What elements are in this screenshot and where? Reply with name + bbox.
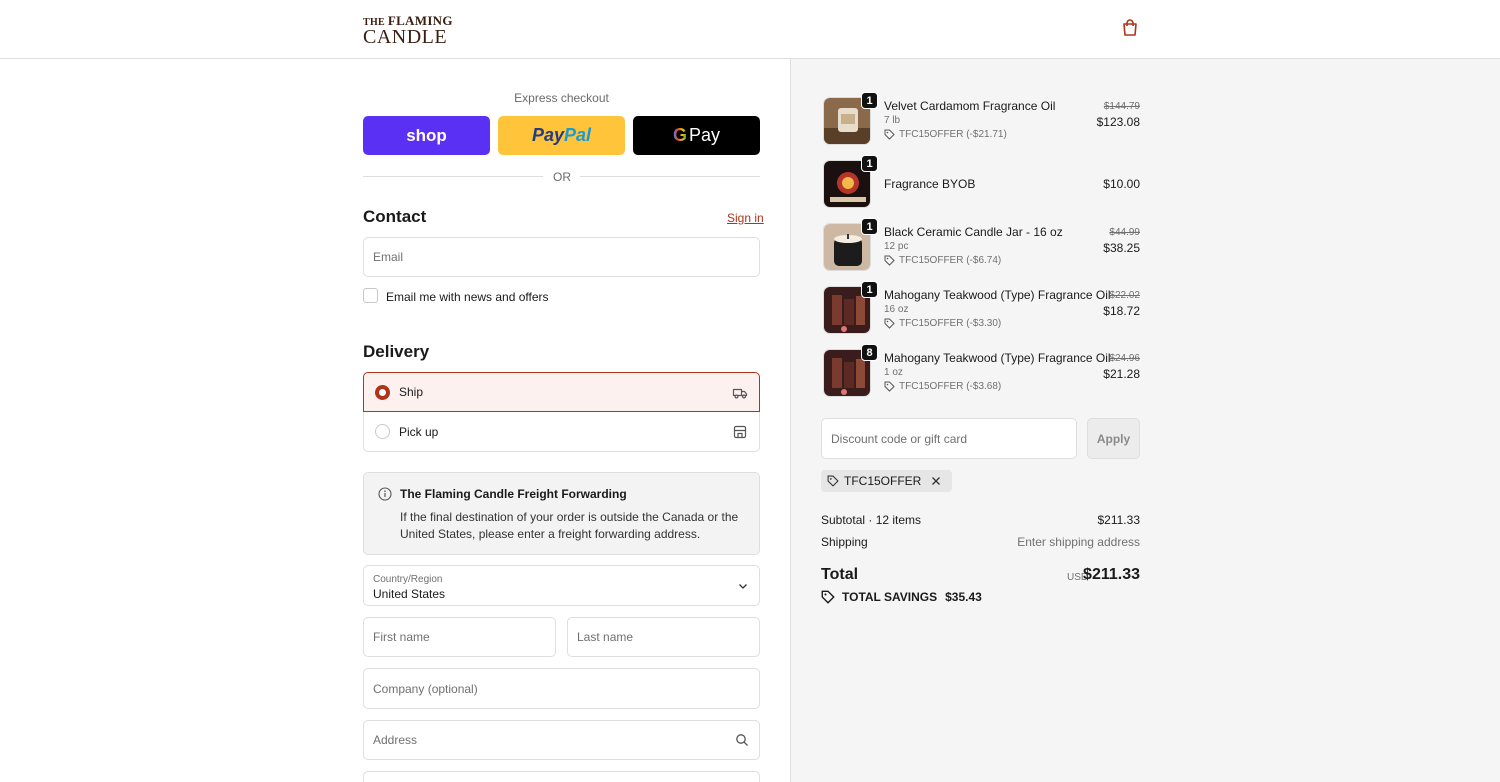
cart-item: 8 Mahogany Teakwood (Type) Fragrance Oil… bbox=[821, 344, 1141, 401]
country-label: Country/Region bbox=[373, 574, 443, 585]
tag-icon bbox=[884, 255, 895, 266]
item-discount: TFC15OFFER (-$3.68) bbox=[884, 381, 1001, 392]
item-name: Black Ceramic Candle Jar - 16 oz bbox=[884, 225, 1063, 239]
subtotal-value: $211.33 bbox=[1097, 513, 1141, 527]
shipping-value: Enter shipping address bbox=[1017, 535, 1140, 549]
brand-logo[interactable]: THE FLAMING CANDLE bbox=[363, 14, 453, 47]
subtotal-label: Subtotal · 12 items bbox=[821, 513, 922, 527]
item-price: $21.28 bbox=[1103, 367, 1140, 381]
cart-item: 1 Fragrance BYOB $10.00 bbox=[821, 155, 1141, 212]
quantity-badge: 1 bbox=[861, 218, 878, 235]
item-variant: 7 lb bbox=[884, 115, 901, 126]
item-discount: TFC15OFFER (-$21.71) bbox=[884, 129, 1007, 140]
news-offers-label: Email me with news and offers bbox=[386, 290, 549, 304]
express-checkout-title: Express checkout bbox=[514, 91, 609, 105]
country-select[interactable]: Country/Region United States bbox=[363, 565, 760, 606]
quantity-badge: 1 bbox=[861, 92, 878, 109]
item-old-price: $44.99 bbox=[1109, 227, 1140, 238]
google-pay-button[interactable]: G Pay bbox=[633, 116, 760, 155]
remove-code-icon[interactable] bbox=[931, 476, 941, 486]
company-field[interactable]: Company (optional) bbox=[363, 668, 760, 709]
tag-icon bbox=[827, 475, 839, 487]
divider-left bbox=[363, 176, 543, 177]
pickup-label: Pick up bbox=[399, 424, 439, 439]
item-name: Velvet Cardamom Fragrance Oil bbox=[884, 99, 1056, 113]
applied-code-chip: TFC15OFFER bbox=[821, 470, 953, 492]
item-discount: TFC15OFFER (-$3.30) bbox=[884, 318, 1001, 329]
item-name: Fragrance BYOB bbox=[884, 177, 976, 191]
cart-item: 1 Black Ceramic Candle Jar - 16 oz 12 pc… bbox=[821, 218, 1141, 275]
notice-title: The Flaming Candle Freight Forwarding bbox=[400, 487, 627, 501]
item-variant: 1 oz bbox=[884, 367, 903, 378]
shopping-bag-icon[interactable] bbox=[1120, 18, 1140, 38]
delivery-option-pickup[interactable]: Pick up bbox=[363, 412, 760, 452]
contact-heading: Contact bbox=[363, 207, 427, 226]
delivery-heading: Delivery bbox=[363, 342, 430, 361]
item-old-price: $22.02 bbox=[1109, 290, 1140, 301]
item-old-price: $24.96 bbox=[1109, 353, 1140, 364]
quantity-badge: 1 bbox=[861, 281, 878, 298]
pickup-radio[interactable] bbox=[375, 424, 390, 439]
item-discount: TFC15OFFER (-$6.74) bbox=[884, 255, 1001, 266]
ship-radio[interactable] bbox=[375, 384, 390, 400]
address-field[interactable]: Address bbox=[363, 720, 760, 760]
header: THE FLAMING CANDLE bbox=[0, 0, 1500, 59]
cart-item: 1 Velvet Cardamom Fragrance Oil 7 lb TFC… bbox=[821, 92, 1141, 149]
tag-icon bbox=[884, 381, 895, 392]
quantity-badge: 1 bbox=[861, 155, 878, 172]
news-offers-checkbox[interactable] bbox=[363, 288, 378, 303]
item-name: Mahogany Teakwood (Type) Fragrance Oil bbox=[884, 351, 1111, 365]
freight-forwarding-notice: The Flaming Candle Freight Forwarding If… bbox=[363, 472, 760, 555]
total-savings: TOTAL SAVINGS $35.43 bbox=[821, 590, 982, 604]
item-price: $10.00 bbox=[1103, 177, 1140, 191]
chevron-down-icon bbox=[739, 584, 747, 589]
item-name: Mahogany Teakwood (Type) Fragrance Oil bbox=[884, 288, 1111, 302]
tag-icon bbox=[821, 590, 835, 604]
ship-label: Ship bbox=[399, 385, 424, 399]
item-price: $18.72 bbox=[1103, 304, 1140, 318]
tag-icon bbox=[884, 318, 895, 329]
item-price: $38.25 bbox=[1103, 241, 1140, 255]
tag-icon bbox=[884, 129, 895, 140]
paypal-button[interactable]: Pay Pal bbox=[498, 116, 625, 155]
sign-in-link[interactable]: Sign in bbox=[727, 211, 764, 225]
item-variant: 12 pc bbox=[884, 241, 909, 252]
delivery-option-ship[interactable]: Ship bbox=[363, 372, 760, 412]
discount-code-input[interactable]: Discount code or gift card bbox=[821, 418, 1077, 459]
shipping-label: Shipping bbox=[821, 535, 868, 549]
truck-icon bbox=[732, 388, 748, 399]
item-old-price: $144.79 bbox=[1103, 101, 1140, 112]
or-divider-label: OR bbox=[553, 170, 571, 184]
cart-item: 1 Mahogany Teakwood (Type) Fragrance Oil… bbox=[821, 281, 1141, 338]
divider-right bbox=[580, 176, 760, 177]
email-field[interactable]: Email bbox=[363, 237, 760, 277]
total-value: $211.33 bbox=[1083, 566, 1140, 583]
apartment-field[interactable] bbox=[363, 771, 760, 782]
shop-pay-button[interactable]: shop bbox=[363, 116, 490, 155]
last-name-field[interactable]: Last name bbox=[567, 617, 760, 657]
apply-discount-button[interactable]: Apply bbox=[1087, 418, 1140, 459]
item-variant: 16 oz bbox=[884, 304, 909, 315]
item-price: $123.08 bbox=[1096, 115, 1140, 129]
quantity-badge: 8 bbox=[861, 344, 878, 361]
info-icon bbox=[378, 487, 392, 501]
store-icon bbox=[733, 425, 747, 439]
search-icon bbox=[736, 734, 748, 746]
first-name-field[interactable]: First name bbox=[363, 617, 556, 657]
country-value: United States bbox=[373, 587, 446, 601]
notice-body: If the final destination of your order i… bbox=[400, 510, 739, 541]
total-label: Total bbox=[821, 566, 859, 583]
